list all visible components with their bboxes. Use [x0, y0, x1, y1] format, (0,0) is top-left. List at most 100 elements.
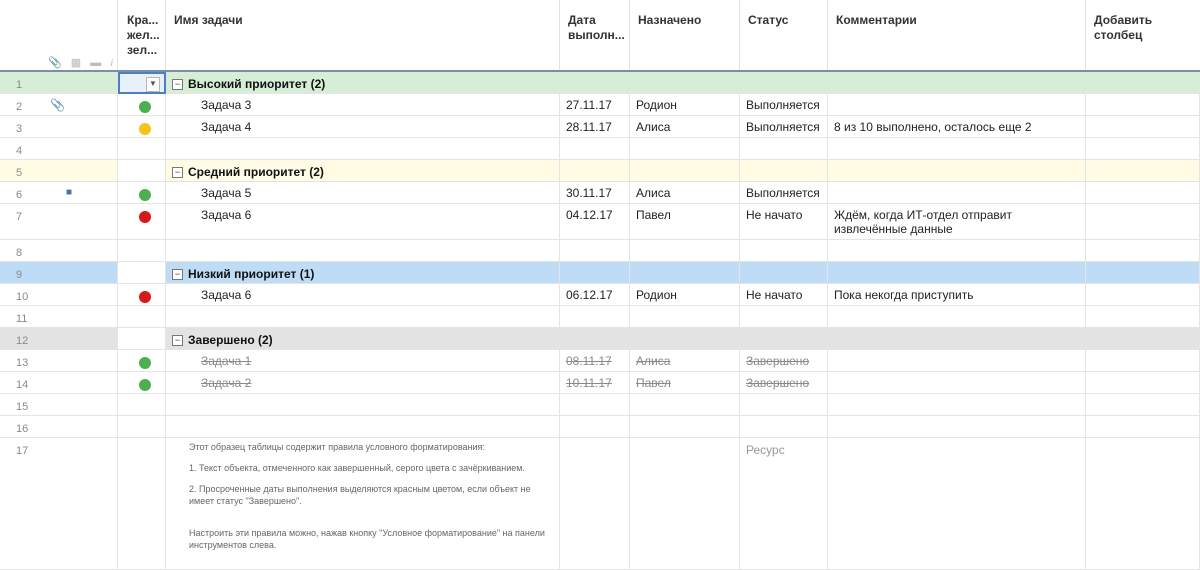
status-cell[interactable]	[740, 306, 828, 327]
rag-cell[interactable]	[118, 116, 166, 137]
date-cell[interactable]	[560, 240, 630, 261]
extra-cell[interactable]	[1086, 182, 1200, 203]
date-cell[interactable]: 10.11.17	[560, 372, 630, 393]
group-row[interactable]: 1 − Высокий приоритет (2)	[0, 72, 1200, 94]
assigned-cell[interactable]: Родион	[630, 284, 740, 305]
table-row[interactable]: 17	[0, 438, 1200, 570]
rag-cell[interactable]	[118, 262, 166, 283]
assigned-cell[interactable]	[630, 394, 740, 415]
assigned-cell[interactable]: Алиса	[630, 350, 740, 371]
task-cell[interactable]: − Высокий приоритет (2)	[166, 72, 560, 93]
table-row[interactable]: 3 Задача 4 28.11.17 Алиса Выполняется 8 из 10…	[0, 116, 1200, 138]
rag-cell[interactable]	[118, 306, 166, 327]
assigned-cell[interactable]	[630, 262, 740, 283]
add-column-button[interactable]: Добавить столбец	[1086, 0, 1200, 70]
rag-cell[interactable]	[118, 394, 166, 415]
comment-cell[interactable]	[828, 438, 1086, 569]
header-status[interactable]: Статус	[740, 0, 828, 70]
comment-cell[interactable]	[828, 72, 1086, 93]
date-cell[interactable]	[560, 328, 630, 349]
date-cell[interactable]	[560, 306, 630, 327]
task-cell[interactable]: Задача 5	[166, 182, 560, 203]
status-dot-yellow[interactable]	[139, 123, 151, 135]
status-cell[interactable]	[740, 394, 828, 415]
status-cell[interactable]: Выполняется	[740, 116, 828, 137]
extra-cell[interactable]	[1086, 94, 1200, 115]
extra-cell[interactable]	[1086, 116, 1200, 137]
status-cell[interactable]: Выполняется	[740, 182, 828, 203]
task-cell[interactable]: − Средний приоритет (2)	[166, 160, 560, 181]
group-row[interactable]: 12 − Завершено (2)	[0, 328, 1200, 350]
rag-cell[interactable]	[118, 372, 166, 393]
header-comments[interactable]: Комментарии	[828, 0, 1086, 70]
comment-cell[interactable]	[828, 394, 1086, 415]
dropdown-arrow-icon[interactable]: ▼	[146, 77, 160, 92]
comment-cell[interactable]	[828, 306, 1086, 327]
selected-cell[interactable]: ▼	[118, 72, 166, 94]
date-cell[interactable]: 28.11.17	[560, 116, 630, 137]
date-cell[interactable]: 27.11.17	[560, 94, 630, 115]
extra-cell[interactable]	[1086, 350, 1200, 371]
header-due-date[interactable]: Дата выполн...	[560, 0, 630, 70]
status-cell[interactable]	[740, 438, 828, 569]
table-row[interactable]: 10 Задача 6 06.12.17 Родион Не начато Пока не…	[0, 284, 1200, 306]
rag-cell[interactable]	[118, 438, 166, 569]
extra-cell[interactable]	[1086, 416, 1200, 437]
assigned-cell[interactable]	[630, 306, 740, 327]
task-cell[interactable]: Задача 4	[166, 116, 560, 137]
comment-cell[interactable]	[828, 94, 1086, 115]
date-cell[interactable]	[560, 438, 630, 569]
comment-icon[interactable]: ■	[66, 186, 72, 200]
date-cell[interactable]	[560, 160, 630, 181]
status-dot-green[interactable]	[139, 357, 151, 369]
assigned-cell[interactable]	[630, 328, 740, 349]
assigned-cell[interactable]	[630, 438, 740, 569]
comment-cell[interactable]	[828, 328, 1086, 349]
status-cell[interactable]: Не начато	[740, 204, 828, 239]
collapse-toggle-icon[interactable]: −	[172, 269, 183, 280]
extra-cell[interactable]	[1086, 438, 1200, 569]
rag-cell[interactable]	[118, 182, 166, 203]
rag-cell[interactable]	[118, 204, 166, 239]
comment-cell[interactable]: Пока некогда приступить	[828, 284, 1086, 305]
paperclip-icon[interactable]: 📎	[50, 98, 65, 112]
collapse-toggle-icon[interactable]: −	[172, 79, 183, 90]
assigned-cell[interactable]: Павел	[630, 204, 740, 239]
rag-cell[interactable]	[118, 240, 166, 261]
table-row[interactable]: 15	[0, 394, 1200, 416]
extra-cell[interactable]	[1086, 240, 1200, 261]
rag-cell[interactable]	[118, 160, 166, 181]
status-cell[interactable]: Завершено	[740, 350, 828, 371]
status-cell[interactable]	[740, 328, 828, 349]
table-row[interactable]: 8	[0, 240, 1200, 262]
status-dot-red[interactable]	[139, 211, 151, 223]
assigned-cell[interactable]	[630, 160, 740, 181]
comment-cell[interactable]	[828, 416, 1086, 437]
group-row[interactable]: 9 − Низкий приоритет (1)	[0, 262, 1200, 284]
status-cell[interactable]	[740, 138, 828, 159]
status-cell[interactable]	[740, 416, 828, 437]
extra-cell[interactable]	[1086, 138, 1200, 159]
comment-cell[interactable]: Ждём, когда ИТ-отдел отправит извлечённы…	[828, 204, 1086, 239]
extra-cell[interactable]	[1086, 72, 1200, 93]
date-cell[interactable]: 08.11.17	[560, 350, 630, 371]
date-cell[interactable]: 06.12.17	[560, 284, 630, 305]
extra-cell[interactable]	[1086, 204, 1200, 239]
task-cell[interactable]: − Завершено (2)	[166, 328, 560, 349]
header-rag[interactable]: Кра... жел... зел...	[118, 0, 166, 70]
collapse-toggle-icon[interactable]: −	[172, 167, 183, 178]
task-cell[interactable]	[166, 138, 560, 159]
status-cell[interactable]	[740, 72, 828, 93]
group-row[interactable]: 5 − Средний приоритет (2)	[0, 160, 1200, 182]
date-cell[interactable]	[560, 416, 630, 437]
extra-cell[interactable]	[1086, 262, 1200, 283]
task-cell[interactable]: Задача 3	[166, 94, 560, 115]
comment-cell[interactable]	[828, 262, 1086, 283]
rag-cell[interactable]	[118, 416, 166, 437]
date-cell[interactable]	[560, 138, 630, 159]
table-row[interactable]: 6 ■ Задача 5 30.11.17 Алиса Выполняется	[0, 182, 1200, 204]
task-cell[interactable]	[166, 416, 560, 437]
status-cell[interactable]	[740, 160, 828, 181]
task-cell[interactable]: Задача 1	[166, 350, 560, 371]
rag-cell[interactable]	[118, 94, 166, 115]
